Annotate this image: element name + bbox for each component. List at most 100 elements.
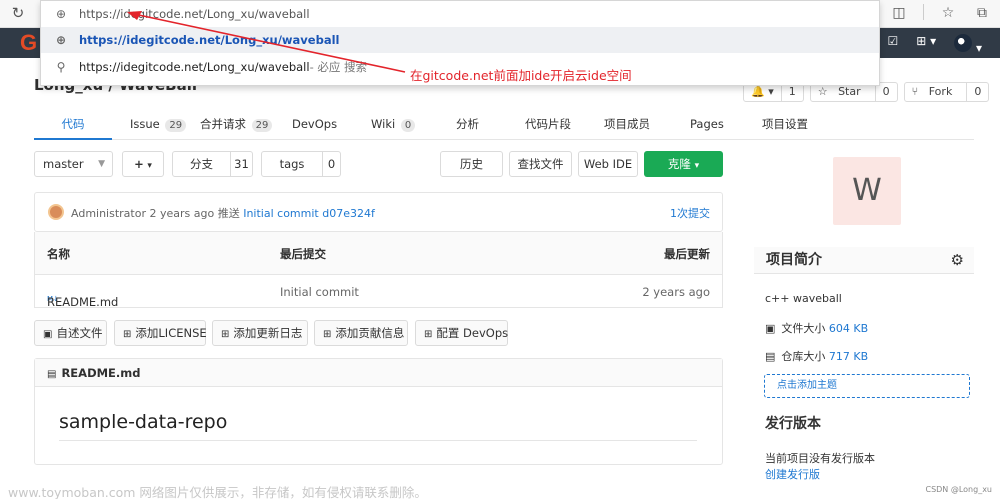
- button-label: 添加贡献信息: [335, 326, 405, 340]
- branch-select[interactable]: master ▼: [34, 151, 113, 177]
- project-description: c++ waveball: [765, 292, 842, 305]
- gitcode-logo[interactable]: G: [20, 31, 37, 55]
- button-label: 自述文件: [56, 326, 103, 340]
- tab-label: Wiki: [371, 117, 396, 131]
- search-engine-label: - 必应 搜索: [309, 60, 368, 74]
- clone-button[interactable]: 克隆 ▾: [644, 151, 723, 177]
- avatar: [48, 204, 64, 220]
- url-suggestion[interactable]: ⊕ https://idegitcode.net/Long_xu/wavebal…: [41, 27, 879, 53]
- new-dropdown-button[interactable]: ⊞ ▾: [916, 34, 936, 55]
- user-menu-button[interactable]: ▾: [954, 34, 982, 55]
- plus-square-icon: ⊞: [323, 329, 332, 340]
- project-intro-header: 项目简介 ⚙: [754, 247, 974, 274]
- count-badge: 29: [165, 119, 187, 132]
- search-suggestion-text: https://idegitcode.net/Long_xu/waveball: [79, 60, 310, 74]
- file-updated: 2 years ago: [642, 285, 710, 299]
- button-label: 配置 DevOps: [436, 326, 509, 340]
- tags-label: tags: [279, 157, 305, 171]
- collections-icon[interactable]: ⧉: [972, 4, 992, 22]
- globe-icon: ⊕: [55, 33, 67, 47]
- tab-label: DevOps: [292, 117, 338, 131]
- file-size-value[interactable]: 604 KB: [829, 322, 868, 335]
- avatar: [954, 34, 973, 52]
- split-screen-icon[interactable]: ◫: [889, 4, 909, 22]
- fork-label: Fork: [928, 85, 953, 98]
- tab-label: 项目成员: [604, 117, 650, 131]
- add-topic-button[interactable]: 点击添加主题: [764, 374, 970, 398]
- tab-issues[interactable]: Issue 29: [130, 110, 187, 138]
- author-watermark: CSDN @Long_xu: [925, 485, 992, 494]
- file-commit[interactable]: Initial commit: [280, 285, 359, 299]
- watermark-text: www.toymoban.com 网络图片仅供展示，非存储，如有侵权请联系删除。: [8, 485, 427, 499]
- file-table: 名称 最后提交 最后更新 M↓ README.md Initial commit …: [34, 232, 723, 309]
- tab-merge-requests[interactable]: 合并请求 29: [200, 110, 273, 138]
- tab-settings[interactable]: 项目设置: [762, 110, 808, 138]
- find-file-button[interactable]: 查找文件: [509, 151, 572, 177]
- no-release-text: 当前项目没有发行版本: [765, 452, 875, 465]
- repo-size-value[interactable]: 717 KB: [829, 350, 868, 363]
- web-ide-button[interactable]: Web IDE: [578, 151, 638, 177]
- column-header-name: 名称: [47, 247, 70, 261]
- plus-square-icon: ⊞: [424, 329, 433, 340]
- branches-label: 分支: [190, 157, 213, 171]
- tab-snippets[interactable]: 代码片段: [525, 110, 571, 138]
- create-release-link[interactable]: 创建发行版: [765, 466, 820, 482]
- clone-label: 克隆: [667, 157, 691, 171]
- annotation-text: 在gitcode.net前面加ide开启云ide空间: [410, 68, 632, 83]
- count-badge: 0: [400, 119, 416, 132]
- gear-icon[interactable]: ⚙: [951, 247, 964, 274]
- tab-devops[interactable]: DevOps: [292, 110, 337, 138]
- tab-label: Issue: [130, 117, 160, 131]
- setup-devops-button[interactable]: ⊞ 配置 DevOps: [415, 320, 508, 346]
- file-icon: ▤: [47, 369, 57, 380]
- tab-label: Pages: [690, 117, 724, 131]
- branches-count: 31: [230, 152, 252, 176]
- commit-author[interactable]: Administrator: [71, 207, 146, 220]
- tab-code[interactable]: 代码: [34, 110, 112, 140]
- address-input-text: https://idegitcode.net/Long_xu/waveball: [79, 7, 310, 21]
- star-label: Star: [838, 85, 861, 98]
- add-dropdown-button[interactable]: + ▾: [122, 151, 164, 177]
- plus-square-icon: ⊞: [123, 329, 132, 340]
- topnav-actions: ☑ ⊞ ▾ ▾: [887, 34, 982, 55]
- file-size-info: ▣ 文件大小 604 KB: [765, 320, 868, 336]
- table-row[interactable]: M↓ README.md Initial commit 2 years ago: [35, 275, 722, 309]
- tab-wiki[interactable]: Wiki 0: [371, 110, 416, 138]
- project-tabs: 代码 Issue 29 合并请求 29 DevOps Wiki 0 分析 代码片…: [34, 110, 974, 140]
- file-icon: ▣: [765, 322, 776, 335]
- add-changelog-button[interactable]: ⊞ 添加更新日志: [212, 320, 308, 346]
- todo-icon[interactable]: ☑: [887, 34, 898, 55]
- plus-square-icon: ⊞: [221, 329, 230, 340]
- tags-button[interactable]: tags 0: [261, 151, 341, 177]
- commit-message[interactable]: Initial commit: [243, 207, 319, 220]
- tab-analytics[interactable]: 分析: [456, 110, 479, 138]
- globe-icon: ⊕: [55, 7, 67, 21]
- tab-members[interactable]: 项目成员: [604, 110, 650, 138]
- chevron-down-icon: ▾: [147, 161, 152, 171]
- add-contributing-button[interactable]: ⊞ 添加贡献信息: [314, 320, 408, 346]
- commit-sha[interactable]: d07e324f: [322, 207, 375, 220]
- file-name[interactable]: README.md: [47, 295, 118, 309]
- count-badge: 29: [251, 119, 273, 132]
- readme-filename[interactable]: README.md: [61, 366, 140, 380]
- divider: [59, 440, 697, 441]
- tab-pages[interactable]: Pages: [690, 110, 724, 138]
- suggestion-url: https://idegitcode.net/Long_xu/waveball: [79, 33, 340, 47]
- file-size-label: 文件大小: [781, 322, 826, 335]
- fork-button[interactable]: ⑂ Fork 0: [903, 82, 990, 102]
- history-button[interactable]: 历史: [440, 151, 503, 177]
- add-license-button[interactable]: ⊞ 添加LICENSE: [114, 320, 207, 346]
- tab-label: 合并请求: [200, 117, 246, 131]
- readme-heading: sample-data-repo: [59, 411, 228, 433]
- add-readme-button[interactable]: ▣ 自述文件: [34, 320, 107, 346]
- tab-label: 分析: [456, 117, 479, 131]
- tab-label: 项目设置: [762, 117, 808, 131]
- reload-icon[interactable]: ↻: [9, 4, 27, 22]
- branches-button[interactable]: 分支 31: [172, 151, 253, 177]
- commit-count-link[interactable]: 1次提交: [670, 205, 710, 221]
- repo-size-info: ▤ 仓库大小 717 KB: [765, 348, 868, 364]
- commit-time: 2 years ago: [149, 207, 215, 220]
- favorites-icon[interactable]: ☆: [938, 4, 958, 22]
- address-bar-input[interactable]: ⊕ https://idegitcode.net/Long_xu/wavebal…: [41, 1, 879, 27]
- plus-icon: +: [134, 157, 144, 171]
